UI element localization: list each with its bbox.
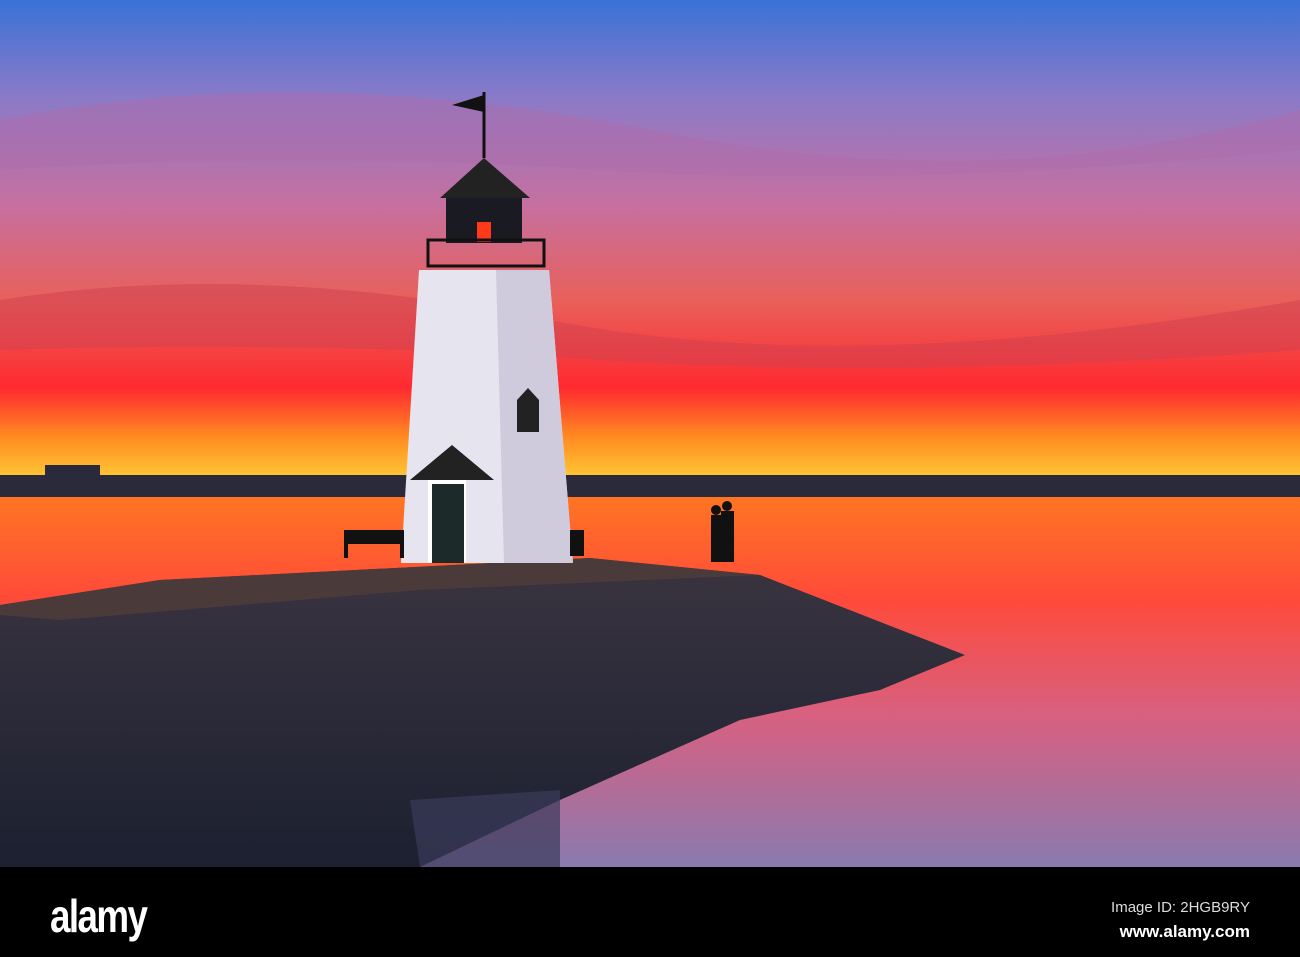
site-url: www.alamy.com bbox=[1119, 922, 1250, 941]
door bbox=[432, 484, 464, 563]
lighthouse-photo bbox=[0, 0, 1300, 867]
alamy-logo: alamy bbox=[50, 890, 148, 942]
photo-scene: alamy Image ID: 2HGB9RY www.alamy.com bbox=[0, 0, 1300, 957]
sky bbox=[0, 0, 1300, 485]
horizon-shore bbox=[0, 475, 1300, 497]
footer-bar: alamy Image ID: 2HGB9RY www.alamy.com bbox=[0, 867, 1300, 957]
building bbox=[45, 465, 100, 477]
image-id: Image ID: 2HGB9RY bbox=[1111, 899, 1250, 916]
reflection bbox=[410, 790, 560, 867]
